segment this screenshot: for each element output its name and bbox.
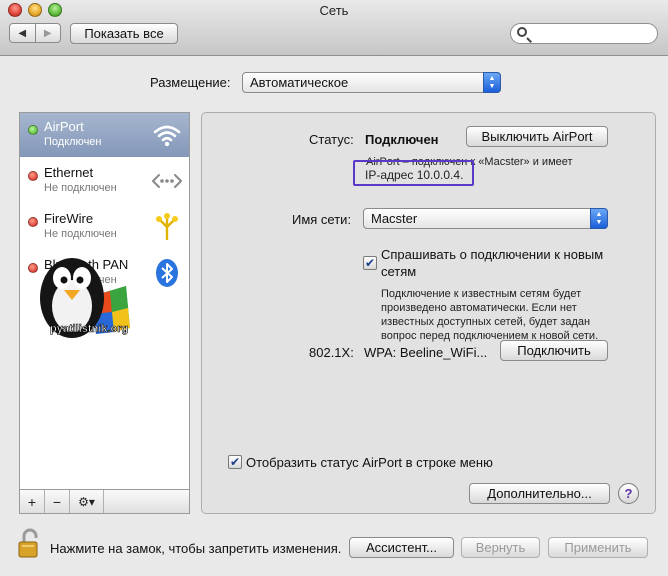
ethernet-icon: [152, 174, 182, 188]
toolbar: Сеть ◀ ▶ Показать все: [0, 0, 668, 56]
network-name-value: Macster: [371, 211, 418, 226]
status-dot-icon: [28, 217, 38, 227]
status-label: Статус:: [309, 132, 354, 147]
show-all-button[interactable]: Показать все: [70, 23, 178, 44]
popup-arrows-icon: ▲ ▼: [483, 72, 501, 93]
wifi-icon: [153, 125, 181, 147]
ask-join-label-line2: сетям: [381, 264, 417, 279]
network-preferences-window: Сеть ◀ ▶ Показать все Размещение: Автома…: [0, 0, 668, 576]
lock-hint-text: Нажмите на замок, чтобы запретить измене…: [50, 541, 342, 556]
ask-join-description-line2: произведено автоматически. Если нет: [381, 302, 577, 314]
firewire-icon: [156, 213, 178, 241]
help-button[interactable]: ?: [618, 483, 639, 504]
network-name-popup[interactable]: Macster ▲ ▼: [363, 208, 608, 229]
bluetooth-icon: [156, 259, 178, 287]
service-item-airport[interactable]: AirPort Подключен: [20, 113, 189, 157]
search-icon: [517, 27, 527, 37]
service-name: AirPort: [44, 119, 84, 134]
penguin-watermark-logo: pyatilistnik.org: [40, 258, 130, 338]
ask-join-checkbox[interactable]: ✔: [363, 256, 377, 270]
watermark-text: pyatilistnik.org: [50, 323, 128, 335]
dot1x-value: WPA: Beeline_WiFi...: [364, 345, 488, 360]
service-item-ethernet[interactable]: Ethernet Не подключен: [20, 159, 189, 203]
service-status: Не подключен: [44, 182, 117, 194]
assistant-button[interactable]: Ассистент...: [349, 537, 454, 558]
add-service-button[interactable]: +: [20, 490, 45, 513]
ask-join-label-line1: Спрашивать о подключении к новым: [381, 247, 604, 262]
back-button[interactable]: ◀: [10, 24, 35, 42]
forward-button[interactable]: ▶: [34, 24, 61, 42]
show-status-checkbox[interactable]: ✔: [228, 455, 242, 469]
status-dot-icon: [28, 125, 38, 135]
service-item-firewire[interactable]: FireWire Не подключен: [20, 205, 189, 249]
status-value: Подключен: [365, 132, 439, 147]
turn-off-airport-button[interactable]: Выключить AirPort: [466, 126, 608, 147]
service-list-footer: + − ⚙▾: [19, 490, 190, 514]
revert-button[interactable]: Вернуть: [461, 537, 540, 558]
location-popup[interactable]: Автоматическое ▲ ▼: [242, 72, 501, 93]
window-title: Сеть: [319, 3, 349, 18]
location-value: Автоматическое: [250, 75, 349, 90]
service-name: FireWire: [44, 211, 94, 226]
lock-icon[interactable]: [17, 528, 43, 558]
dot1x-label: 802.1X:: [309, 345, 354, 360]
search-input[interactable]: [510, 23, 658, 44]
popup-arrows-icon: ▲ ▼: [590, 208, 608, 229]
service-status: Не подключен: [44, 228, 117, 240]
ip-address-highlight: [353, 160, 474, 186]
connect-button[interactable]: Подключить: [500, 340, 608, 361]
network-name-label: Имя сети:: [292, 212, 352, 227]
ask-join-description-line3: известных доступных сетей, будет задан: [381, 316, 591, 328]
apply-button[interactable]: Применить: [548, 537, 648, 558]
back-forward-control: ◀ ▶: [9, 23, 61, 43]
advanced-button[interactable]: Дополнительно...: [469, 483, 610, 504]
service-name: Ethernet: [44, 165, 94, 180]
gear-icon[interactable]: ⚙▾: [70, 490, 104, 513]
ask-join-description-line1: Подключение к известным сетям будет: [381, 288, 582, 300]
remove-service-button[interactable]: −: [45, 490, 70, 513]
location-label: Размещение:: [150, 75, 231, 90]
show-status-label: Отобразить статус AirPort в строке меню: [246, 455, 493, 470]
status-dot-icon: [28, 171, 38, 181]
service-status: Подключен: [44, 136, 102, 148]
